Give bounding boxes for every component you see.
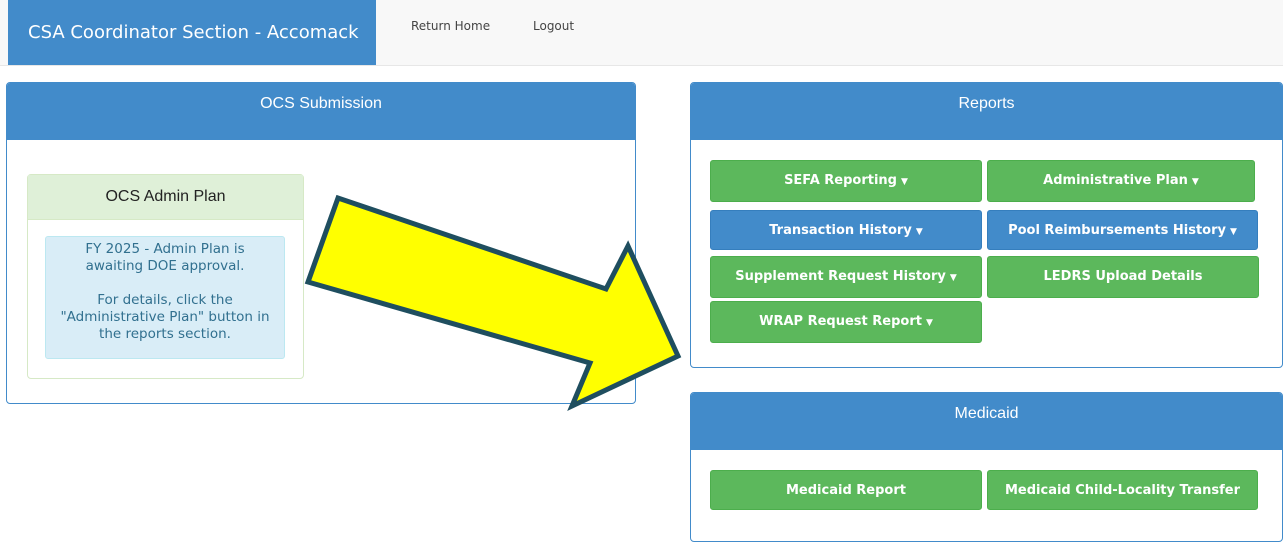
arrow-annotation-icon <box>304 194 682 412</box>
